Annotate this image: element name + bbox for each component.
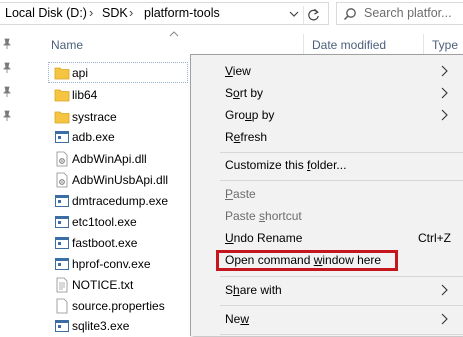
menu-item-customize-folder[interactable]: Customize this folder... (191, 154, 463, 176)
column-header-date-modified[interactable]: Date modified (312, 38, 386, 52)
menu-item-new[interactable]: New (191, 308, 463, 330)
menu-item-share-with[interactable]: Share with (191, 279, 463, 301)
folder-icon (54, 111, 70, 124)
search-input[interactable]: Search platfor... (336, 2, 463, 25)
menu-separator (220, 276, 463, 277)
highlight-annotation-box (216, 250, 398, 271)
menu-item-shortcut: Ctrl+Z (418, 231, 451, 245)
menu-item-paste[interactable]: Paste (191, 183, 463, 205)
menu-item-label: Group by (225, 108, 275, 122)
address-history-chevron-icon[interactable] (288, 8, 300, 20)
exe-icon (55, 320, 69, 332)
menu-item-sort-by[interactable]: Sort by (191, 82, 463, 104)
search-icon (343, 8, 356, 21)
dll-icon (56, 151, 68, 167)
file-name: NOTICE.txt (72, 278, 134, 292)
sort-ascending-icon (169, 31, 179, 37)
navigation-pane (0, 30, 38, 336)
menu-item-label: Share with (225, 283, 282, 297)
breadcrumb-sdk[interactable]: SDK (102, 6, 128, 20)
file-name: hprof-conv.exe (72, 257, 151, 271)
column-divider[interactable] (303, 34, 304, 54)
menu-item-view[interactable]: View (191, 60, 463, 82)
menu-separator (220, 180, 463, 181)
pin-icon[interactable] (2, 86, 12, 98)
file-name: adb.exe (72, 130, 115, 144)
exe-icon (55, 237, 69, 249)
file-name: sqlite3.exe (72, 319, 130, 333)
exe-icon (55, 195, 69, 207)
pin-icon[interactable] (2, 110, 12, 122)
menu-item-label: Refresh (225, 130, 268, 144)
file-name: AdbWinApi.dll (72, 152, 147, 166)
exe-icon (55, 258, 69, 270)
column-header-name[interactable]: Name (51, 38, 83, 52)
menu-item-label: Paste shortcut (225, 209, 302, 223)
submenu-arrow-icon (441, 65, 448, 77)
menu-item-refresh[interactable]: Refresh (191, 126, 463, 148)
file-name: api (72, 66, 89, 80)
search-placeholder: Search platfor... (364, 6, 452, 20)
file-name: dmtracedump.exe (72, 194, 169, 208)
dll-icon (56, 172, 68, 188)
menu-item-label: Sort by (225, 86, 264, 100)
file-icon (56, 298, 68, 314)
file-name: source.properties (72, 299, 165, 313)
submenu-arrow-icon (441, 284, 448, 296)
context-menu: View Sort by Group by Refresh Customize … (190, 54, 463, 336)
menu-separator (220, 152, 463, 153)
submenu-arrow-icon (441, 87, 448, 99)
address-bar-row: Local Disk (D:) › SDK › platform-tools S… (0, 0, 463, 30)
folder-icon (54, 89, 70, 102)
refresh-icon[interactable] (303, 6, 323, 24)
submenu-arrow-icon (441, 313, 448, 325)
file-name: lib64 (72, 88, 98, 102)
submenu-arrow-icon (441, 109, 448, 121)
file-name: etc1tool.exe (72, 215, 137, 229)
menu-item-label: Undo Rename (225, 231, 303, 245)
text-file-icon (56, 277, 68, 293)
breadcrumb-local-disk[interactable]: Local Disk (D:) (5, 6, 87, 20)
file-name: systrace (72, 110, 117, 124)
menu-separator (220, 334, 463, 335)
menu-item-label: New (225, 312, 250, 326)
breadcrumb-separator[interactable]: › (129, 5, 133, 20)
menu-item-label: Customize this folder... (225, 158, 347, 172)
menu-item-label: View (225, 64, 251, 78)
menu-item-group-by[interactable]: Group by (191, 104, 463, 126)
pin-icon[interactable] (2, 38, 12, 50)
column-header-type[interactable]: Type (432, 38, 458, 52)
file-name: fastboot.exe (72, 236, 138, 250)
column-divider[interactable] (423, 34, 424, 54)
folder-icon (54, 67, 70, 80)
address-bar[interactable]: Local Disk (D:) › SDK › platform-tools (0, 2, 329, 25)
menu-separator (220, 305, 463, 306)
exe-icon (55, 216, 69, 228)
exe-icon (55, 131, 69, 143)
menu-item-undo-rename[interactable]: Undo Rename Ctrl+Z (191, 227, 463, 249)
breadcrumb-platform-tools[interactable]: platform-tools (144, 6, 220, 20)
breadcrumb-separator[interactable]: › (89, 5, 93, 20)
file-name: AdbWinUsbApi.dll (72, 173, 169, 187)
pin-icon[interactable] (2, 62, 12, 74)
menu-item-label: Paste (225, 187, 256, 201)
menu-item-paste-shortcut[interactable]: Paste shortcut (191, 205, 463, 227)
